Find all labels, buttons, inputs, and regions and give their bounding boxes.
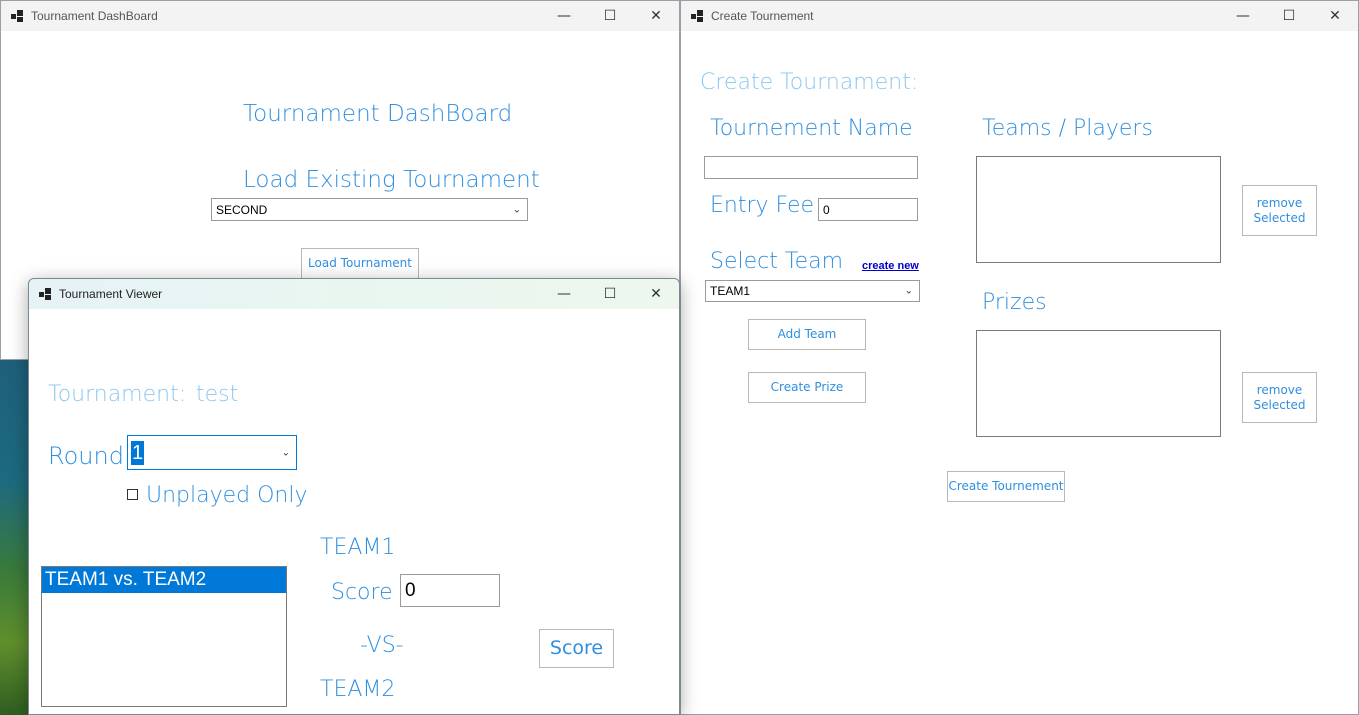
unplayed-checkbox[interactable] [127,489,138,500]
maximize-icon[interactable]: ☐ [587,279,633,309]
tournament-select-value: SECOND [216,202,268,217]
close-icon[interactable]: ✕ [633,279,679,309]
entry-fee-value: 0 [823,202,830,217]
team-select-value: TEAM1 [710,284,751,298]
load-tournament-button[interactable]: Load Tournament [301,248,419,279]
tournament-select[interactable]: SECOND ⌄ [211,198,528,221]
create-titlebar[interactable]: Create Tournement — ☐ ✕ [681,1,1358,31]
minimize-icon[interactable]: — [541,279,587,309]
team-one-score-value: 0 [405,579,416,601]
viewer-titlebar[interactable]: Tournament Viewer — ☐ ✕ [29,279,679,309]
team-one-score-label: Score [331,580,393,605]
maximize-icon[interactable]: ☐ [587,1,633,31]
add-team-button[interactable]: Add Team [748,319,866,350]
chevron-down-icon: ⌄ [281,447,290,458]
window-title: Tournament Viewer [59,287,163,301]
select-team-label: Select Team [710,249,844,274]
create-window: Create Tournement — ☐ ✕ Create Tournamen… [680,0,1359,715]
minimize-icon[interactable]: — [1220,1,1266,31]
chevron-down-icon: ⌄ [512,204,521,215]
teams-listbox[interactable] [976,156,1221,263]
score-button[interactable]: Score [539,629,614,668]
round-select-value: 1 [131,441,145,465]
round-label: Round [48,442,124,470]
vs-label: -VS- [360,633,404,658]
window-title: Create Tournement [711,9,814,23]
team-one-score-input[interactable]: 0 [400,574,500,607]
matchup-listbox[interactable]: TEAM1 vs. TEAM2 [41,566,287,707]
maximize-icon[interactable]: ☐ [1266,1,1312,31]
create-prize-button[interactable]: Create Prize [748,372,866,403]
chevron-down-icon: ⌄ [904,285,913,297]
round-select[interactable]: 1 ⌄ [127,435,297,470]
create-heading: Create Tournament: [700,70,919,95]
close-icon[interactable]: ✕ [633,1,679,31]
list-item[interactable]: TEAM1 vs. TEAM2 [42,567,286,593]
dashboard-titlebar[interactable]: Tournament DashBoard — ☐ ✕ [1,1,679,31]
app-icon [11,10,23,22]
window-title: Tournament DashBoard [31,9,158,23]
teams-players-label: Teams / Players [982,116,1153,141]
unplayed-label: Unplayed Only [146,483,308,508]
load-existing-label: Load Existing Tournament [243,167,540,193]
entry-fee-label: Entry Fee [710,193,815,218]
tournament-label: Tournament: [48,382,187,407]
close-icon[interactable]: ✕ [1312,1,1358,31]
team-one-label: TEAM1 [320,535,396,560]
team-two-label: TEAM2 [320,677,396,702]
remove-selected-teams-button[interactable]: remove Selected [1242,185,1317,236]
entry-fee-input[interactable]: 0 [818,198,918,221]
create-tournament-button[interactable]: Create Tournement [947,471,1065,502]
dashboard-heading: Tournament DashBoard [243,101,513,127]
prizes-listbox[interactable] [976,330,1221,437]
tournament-name-label: Tournement Name [710,116,913,141]
app-icon [39,288,51,300]
minimize-icon[interactable]: — [541,1,587,31]
tournament-name: test [196,382,239,407]
create-new-link[interactable]: create new [862,260,919,272]
prizes-label: Prizes [982,290,1047,315]
app-icon [691,10,703,22]
team-select[interactable]: TEAM1 ⌄ [705,280,920,302]
remove-selected-prizes-button[interactable]: remove Selected [1242,372,1317,423]
tournament-name-input[interactable] [704,156,918,179]
viewer-window: Tournament Viewer — ☐ ✕ Tournament: test… [28,278,680,715]
